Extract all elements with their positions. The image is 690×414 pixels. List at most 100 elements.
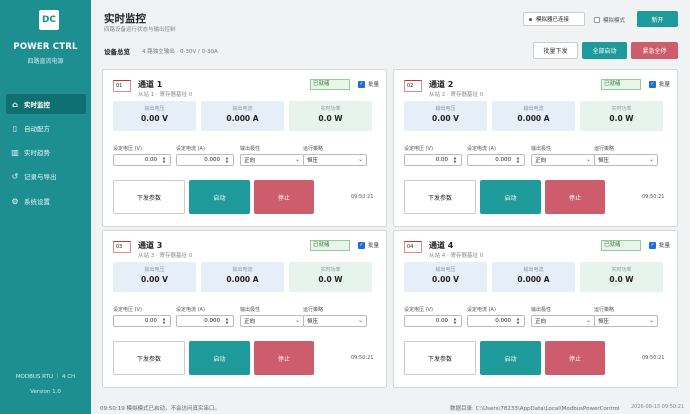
chevron-down-icon: ⌄ [294,317,300,324]
start-button[interactable]: 启动 [189,180,250,214]
strategy-select[interactable]: 恒压 ⌄ [303,315,367,327]
new-button[interactable]: 新开 [637,11,678,27]
metric-label: 输出电压 [435,106,456,112]
set-voltage-input[interactable]: 0.00 ▲ ▼ [113,154,171,166]
current-value: 0.000 A [226,114,259,123]
stop-button[interactable]: 停止 [254,180,314,214]
nav-item-1[interactable]: ▯ 自动配方 [6,118,86,138]
start-button[interactable]: 启动 [480,341,541,375]
nav-item-2[interactable]: ▥ 实时趋势 [6,142,86,162]
strategy-select[interactable]: 恒压 ⌄ [594,315,658,327]
power-metric: 实时功率 0.0 W [580,262,663,292]
set-voltage-input[interactable]: 0.00 ▲ ▼ [404,315,462,327]
channel-subtitle: 从站 2 · 寄存器基址 0 [429,92,484,98]
batch-checkbox[interactable]: ✓ 批量 [649,80,670,88]
nav-item-4[interactable]: ⚙ 系统设置 [6,191,86,211]
current-metric: 输出电流 0.000 A [201,101,284,131]
current-value: 0.000 A [517,275,550,284]
strategy-select[interactable]: 恒压 ⌄ [594,154,658,166]
chevron-down-icon: ⌄ [585,156,591,163]
update-time: 09:50:21 [351,355,374,361]
batch-label: 批量 [659,243,671,249]
nav-item-0[interactable]: ⌂ 实时监控 [6,94,86,114]
spinner-icon[interactable]: ▲ ▼ [160,156,168,164]
spinner-icon[interactable]: ▲ ▼ [223,156,231,164]
emergency-stop-all-button[interactable]: 紧急全停 [631,42,678,59]
nav-item-3[interactable]: ↺ 记录与导出 [6,166,86,186]
stop-button[interactable]: 停止 [254,341,314,375]
batch-label: 批量 [659,82,671,88]
set-voltage-value: 0.00 [144,318,157,324]
set-voltage-input[interactable]: 0.00 ▲ ▼ [404,154,462,166]
set-current-input[interactable]: 0.000 ▲ ▼ [467,154,525,166]
status-time: 2026-08-13 09:50:21 [631,404,685,410]
polarity-select[interactable]: 正向 ⌄ [240,154,304,166]
check-icon: ✓ [649,241,656,249]
channel-name: 通道 3 [138,241,163,250]
batch-checkbox[interactable]: ✓ 批量 [649,241,670,249]
channel-badge: 02 [404,80,422,92]
nav-item-label: 实时趋势 [24,149,50,157]
set-current-value: 0.000 [204,157,220,163]
voltage-metric: 输出电压 0.00 V [113,101,196,131]
send-params-button[interactable]: 下发参数 [404,341,476,375]
batch-send-button[interactable]: 批量下发 [533,42,578,59]
start-all-button[interactable]: 全部启动 [582,42,627,59]
stop-button[interactable]: 停止 [545,180,605,214]
polarity-value: 正向 [535,319,547,325]
update-time: 09:50:21 [351,194,374,200]
batch-checkbox[interactable]: ✓ 批量 [358,241,379,249]
connection-status[interactable]: 模拟器已连接 [523,12,585,26]
set-current-input[interactable]: 0.000 ▲ ▼ [467,315,525,327]
overview-info: 4 路独立输出 · 0-30V / 0-30A [142,49,218,55]
current-metric: 输出电流 0.000 A [201,262,284,292]
batch-checkbox[interactable]: ✓ 批量 [358,80,379,88]
polarity-value: 正向 [244,158,256,164]
strategy-select[interactable]: 恒压 ⌄ [303,154,367,166]
field-label: 输出极性 [240,307,261,313]
spinner-icon[interactable]: ▲ ▼ [160,317,168,325]
send-params-button[interactable]: 下发参数 [404,180,476,214]
batch-label: 批量 [368,82,380,88]
power-value: 0.0 W [609,114,634,123]
current-metric: 输出电流 0.000 A [492,262,575,292]
field-label: 设定电压 (V) [404,146,433,152]
spinner-icon[interactable]: ▲ ▼ [451,156,459,164]
set-current-value: 0.000 [495,157,511,163]
set-current-input[interactable]: 0.000 ▲ ▼ [176,154,234,166]
spinner-icon[interactable]: ▲ ▼ [514,156,522,164]
field-label: 输出极性 [240,146,261,152]
current-value: 0.000 A [517,114,550,123]
field-label: 设定电流 (A) [467,146,496,152]
power-value: 0.0 W [318,275,343,284]
set-current-input[interactable]: 0.000 ▲ ▼ [176,315,234,327]
protocol-info: MODBUS RTU ｜ 4 CH [15,374,76,380]
polarity-value: 正向 [535,158,547,164]
polarity-select[interactable]: 正向 ⌄ [240,315,304,327]
channel-name: 通道 1 [138,80,163,89]
spinner-icon[interactable]: ▲ ▼ [514,317,522,325]
stop-button[interactable]: 停止 [545,341,605,375]
connection-label: 模拟器已连接 [536,17,570,23]
sim-mode-checkbox[interactable]: 模拟模式 [594,16,625,24]
channel-subtitle: 从站 3 · 寄存器基址 0 [138,253,193,259]
voltage-value: 0.00 V [432,114,459,123]
sim-mode-label: 模拟模式 [603,18,626,24]
spinner-icon[interactable]: ▲ ▼ [223,317,231,325]
history-icon: ↺ [11,171,19,181]
metric-label: 实时功率 [611,267,632,273]
start-button[interactable]: 启动 [480,180,541,214]
polarity-select[interactable]: 正向 ⌄ [531,154,595,166]
start-button[interactable]: 启动 [189,341,250,375]
chevron-down-icon: ⌄ [357,317,363,324]
check-icon: ✓ [649,80,656,88]
spinner-icon[interactable]: ▲ ▼ [451,317,459,325]
set-current-value: 0.000 [495,318,511,324]
strategy-value: 恒压 [307,319,319,325]
send-params-button[interactable]: 下发参数 [113,341,185,375]
set-voltage-input[interactable]: 0.00 ▲ ▼ [113,315,171,327]
metric-label: 输出电流 [232,106,253,112]
clipboard-icon: ▯ [12,123,18,133]
polarity-select[interactable]: 正向 ⌄ [531,315,595,327]
send-params-button[interactable]: 下发参数 [113,180,185,214]
